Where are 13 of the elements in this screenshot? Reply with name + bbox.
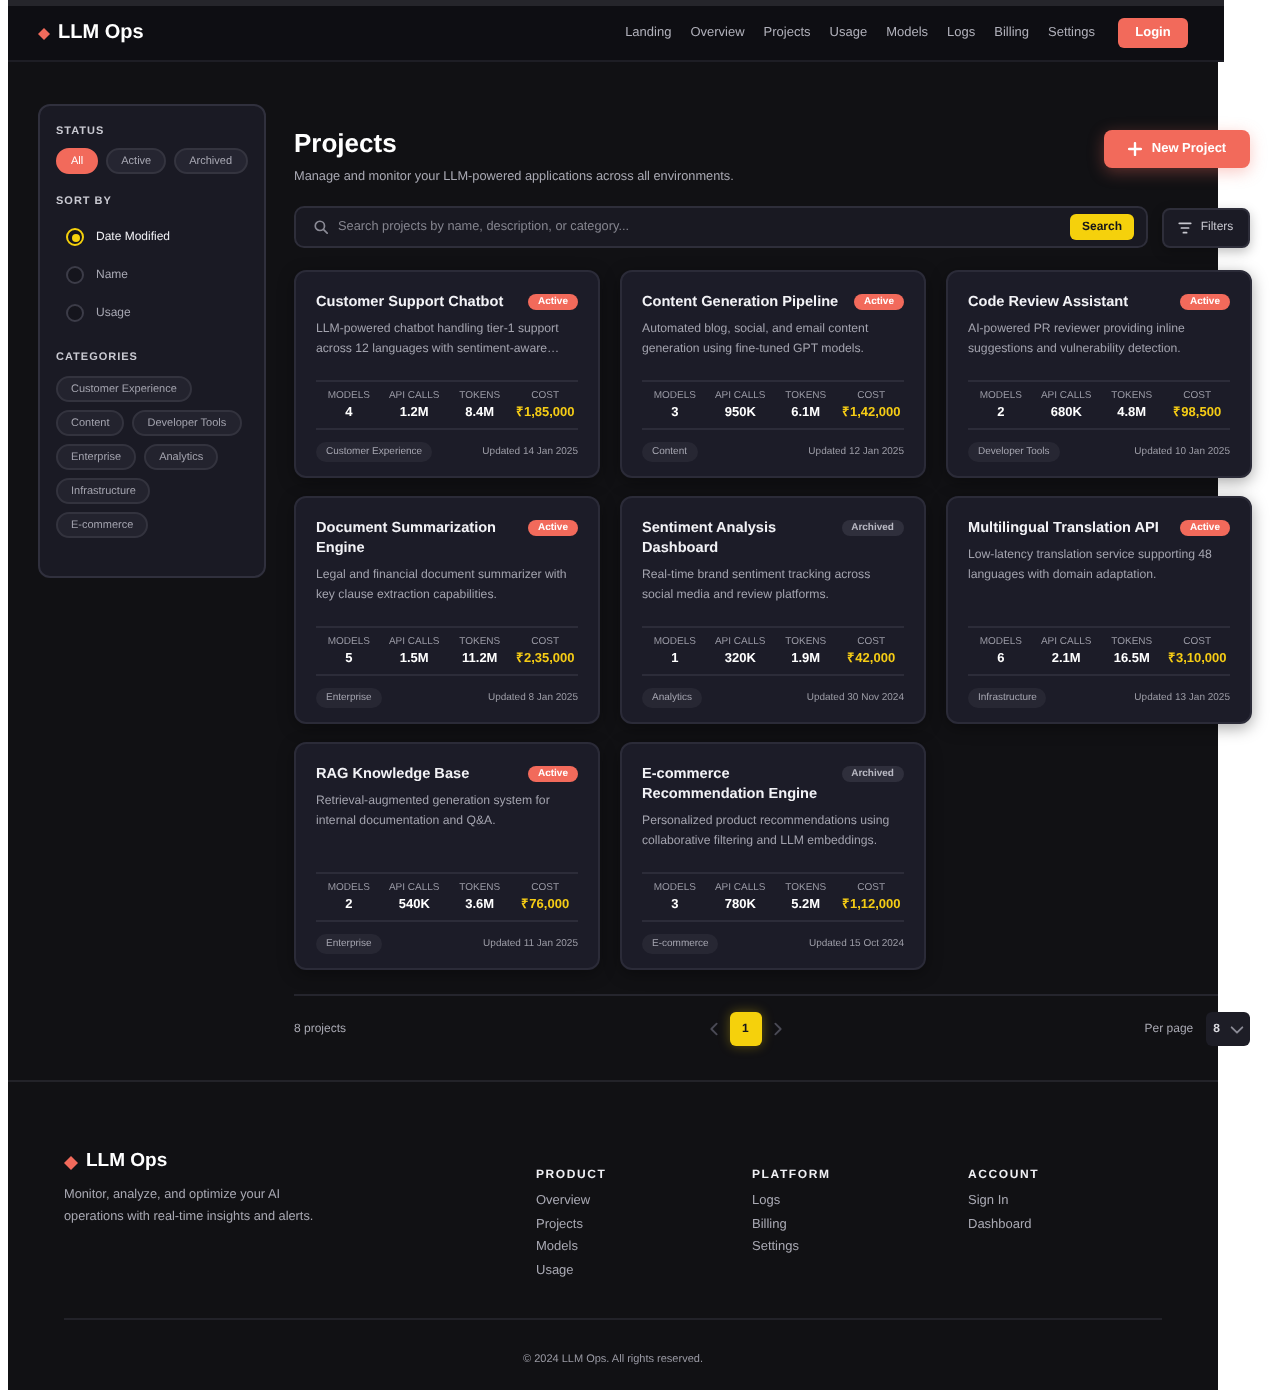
chevron-down-icon <box>1230 1025 1244 1033</box>
page-title: Projects <box>294 126 399 160</box>
chevron-right-icon <box>773 1022 782 1036</box>
brand-name[interactable]: LLM Ops <box>58 22 144 44</box>
filter-icon <box>1178 221 1193 233</box>
brand-name[interactable]: LLM Ops <box>86 1150 168 1174</box>
plus-icon <box>1127 142 1142 156</box>
radio-button[interactable] <box>66 266 84 284</box>
diamond-icon <box>64 1155 78 1169</box>
chevron-left-icon <box>709 1022 718 1036</box>
diamond-icon <box>38 27 50 39</box>
search-icon <box>314 220 328 234</box>
radio-button[interactable] <box>66 304 84 322</box>
